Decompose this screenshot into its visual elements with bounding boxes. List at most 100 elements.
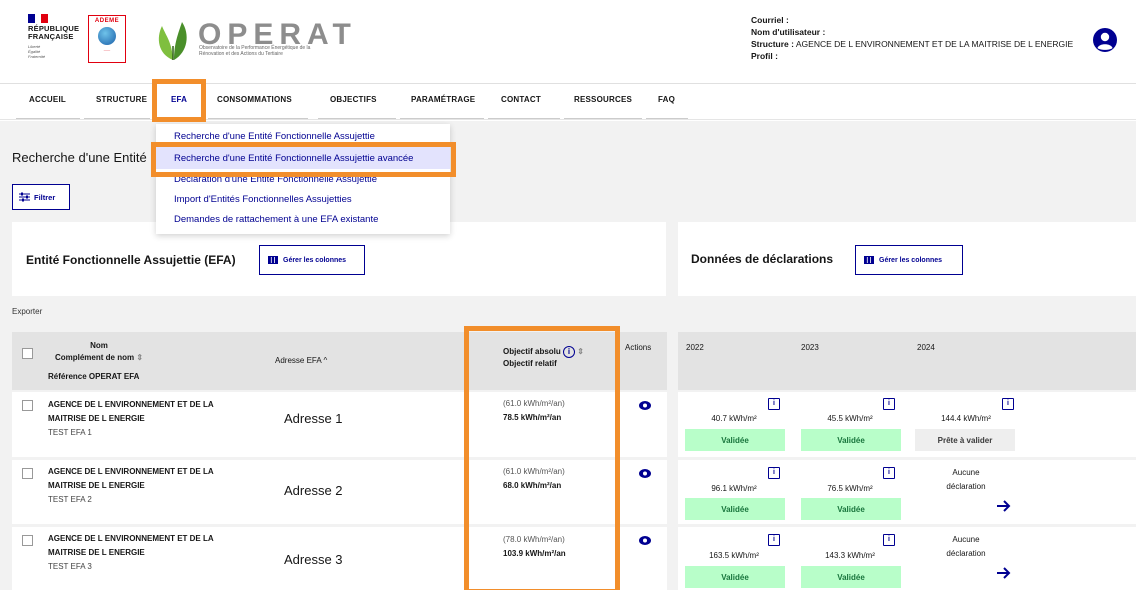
export-link[interactable]: Exporter [12,307,42,316]
status-badge: Validée [801,429,901,451]
col-header-nom[interactable]: Nom Complément de nom ⇕ [48,340,150,364]
ademe-logo: ADEME ─── [88,15,126,63]
sort-icon: ⇕ [136,353,144,362]
efa-reference: TEST EFA 1 [48,428,92,437]
republique-text: RÉPUBLIQUE FRANÇAISE [28,24,80,41]
columns-icon [864,256,874,264]
document-icon[interactable]: i [883,534,895,546]
efa-address: Adresse 3 [284,552,343,567]
row-checkbox[interactable] [22,535,33,546]
filter-label: Filtrer [34,192,56,202]
declaration-value: 40.7 kWh/m² [711,414,757,423]
nav-divider [564,118,642,119]
nav-item-structure[interactable]: STRUCTURE [96,95,147,104]
efa-nom-line1: AGENCE DE L ENVIRONNEMENT ET DE LA [48,400,214,409]
nav-divider [400,118,484,119]
page-title: Recherche d'une Entité [12,150,147,165]
document-icon[interactable]: i [1002,398,1014,410]
menu-item-rattachement[interactable]: Demandes de rattachement à une EFA exist… [174,214,378,225]
declaration-value: 144.4 kWh/m² [941,414,991,423]
efa-columns-button[interactable]: Gérer les colonnes [259,245,365,275]
nav-divider [84,118,150,119]
nav-item-parametrage[interactable]: PARAMÉTRAGE [411,95,475,104]
efa-columns-label: Gérer les colonnes [283,256,347,264]
nav-item-ressources[interactable]: RESSOURCES [574,95,632,104]
no-declaration-label: Aucune déclaration [946,535,986,558]
menu-item-recherche-efa[interactable]: Recherche d'une Entité Fonctionnelle Ass… [174,131,375,142]
ademe-label: ADEME [94,18,120,24]
nav-item-contact[interactable]: CONTACT [501,95,541,104]
status-badge: Validée [685,566,785,588]
nav-divider [646,118,688,119]
ademe-subtext: ─── [103,48,111,52]
republique-francaise-logo: RÉPUBLIQUE FRANÇAISE Liberté Égalité Fra… [28,14,80,64]
col-header-year-2023: 2023 [801,343,819,352]
select-all-checkbox[interactable] [22,348,33,359]
declaration-value: 96.1 kWh/m² [711,484,757,493]
declarations-panel: Données de déclarations Gérer les colonn… [678,222,1136,296]
site-header: RÉPUBLIQUE FRANÇAISE Liberté Égalité Fra… [0,0,1136,84]
profil-label: Profil : [751,51,778,61]
document-icon[interactable]: i [883,467,895,479]
efa-reference: TEST EFA 2 [48,495,92,504]
nav-item-objectifs[interactable]: OBJECTIFS [330,95,377,104]
row-checkbox[interactable] [22,400,33,411]
row-checkbox[interactable] [22,468,33,479]
efa-address: Adresse 1 [284,411,343,426]
col-header-actions: Actions [625,343,652,352]
declaration-value: 45.5 kWh/m² [827,414,873,423]
operat-leaf-logo-icon [158,22,187,60]
efa-reference: TEST EFA 3 [48,562,92,571]
declarations-columns-label: Gérer les colonnes [879,256,943,264]
col-header-adresse[interactable]: Adresse EFA ^ [275,355,327,367]
declarations-table-header [678,332,1136,390]
arrow-right-icon[interactable] [997,567,1011,579]
col-header-complement: Complément de nom [54,353,135,362]
declaration-value: 143.3 kWh/m² [825,551,875,560]
structure-value: AGENCE DE L ENVIRONNEMENT ET DE LA MAITR… [795,39,1074,49]
col-header-reference: Référence OPERAT EFA [48,372,140,381]
efa-name-cell[interactable]: AGENCE DE L ENVIRONNEMENT ET DE LA MAITR… [48,398,214,440]
document-icon[interactable]: i [768,534,780,546]
annotation-highlight-objectif [464,326,620,590]
declarations-columns-button[interactable]: Gérer les colonnes [855,245,963,275]
col-header-year-2024: 2024 [917,343,935,352]
efa-name-cell[interactable]: AGENCE DE L ENVIRONNEMENT ET DE LA MAITR… [48,465,214,507]
no-declaration-label: Aucune déclaration [946,468,986,491]
document-icon[interactable]: i [768,467,780,479]
structure-label: Structure : [751,39,794,49]
efa-name-cell[interactable]: AGENCE DE L ENVIRONNEMENT ET DE LA MAITR… [48,532,214,574]
user-circle-icon[interactable] [1092,27,1118,53]
ademe-globe-icon [98,27,116,45]
efa-nom-line2: MAITRISE DE L ENERGIE [48,481,145,490]
declaration-value: 76.5 kWh/m² [827,484,873,493]
declaration-value: 163.5 kWh/m² [709,551,759,560]
sliders-icon [19,192,30,202]
nav-divider [318,118,396,119]
nav-item-accueil[interactable]: ACCUEIL [29,95,66,104]
marianne-flag-icon [28,14,49,23]
nav-item-consommations[interactable]: CONSOMMATIONS [217,95,292,104]
document-icon[interactable]: i [768,398,780,410]
menu-item-import-efa[interactable]: Import d'Entités Fonctionnelles Assujett… [174,194,352,205]
col-header-nom-label: Nom [90,341,108,350]
document-icon[interactable]: i [883,398,895,410]
status-badge: Validée [801,498,901,520]
annotation-highlight-efa [152,79,206,122]
annotation-highlight-menu [151,142,456,177]
nav-item-faq[interactable]: FAQ [658,95,675,104]
devise-text: Liberté Égalité Fraternité [28,44,46,59]
status-badge: Validée [685,429,785,451]
eye-icon[interactable] [639,469,651,478]
efa-panel-title: Entité Fonctionnelle Assujettie (EFA) [26,253,236,267]
arrow-right-icon[interactable] [997,500,1011,512]
operat-tagline: Observatoire de la Performance Énergétiq… [199,45,311,57]
nav-divider [16,118,80,119]
nav-divider [488,118,560,119]
eye-icon[interactable] [639,536,651,545]
status-badge: Prête à valider [915,429,1015,451]
efa-nom-line2: MAITRISE DE L ENERGIE [48,548,145,557]
eye-icon[interactable] [639,401,651,410]
col-header-year-2022: 2022 [686,343,704,352]
filter-button[interactable]: Filtrer [12,184,70,210]
